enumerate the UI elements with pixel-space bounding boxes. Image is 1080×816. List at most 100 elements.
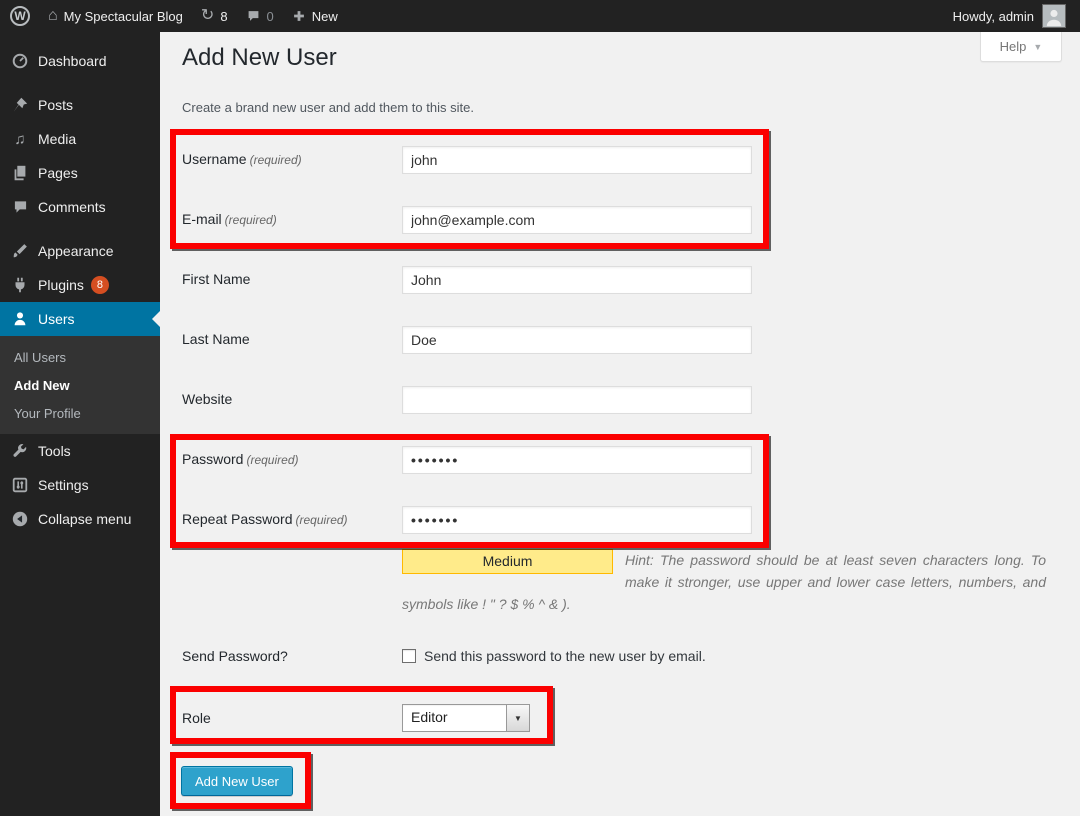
send-password-row: Send this password to the new user by em… bbox=[402, 648, 706, 664]
main-content: Help ▼ Add New User Create a brand new u… bbox=[160, 32, 1080, 816]
label-text: Password bbox=[182, 451, 243, 467]
label-text: Website bbox=[182, 391, 232, 407]
sidebar-item-label: Media bbox=[38, 131, 76, 147]
home-icon: ⌂ bbox=[48, 8, 58, 24]
last-name-label: Last Name bbox=[182, 331, 398, 347]
required-hint: (required) bbox=[250, 153, 302, 167]
sidebar-item-label: Users bbox=[38, 311, 75, 327]
wordpress-logo-icon: W bbox=[10, 6, 30, 26]
help-label: Help bbox=[1000, 39, 1027, 54]
page-title: Add New User bbox=[182, 44, 337, 72]
password-label: Password(required) bbox=[182, 451, 398, 467]
password-meta: Medium Hint: The password should be at l… bbox=[402, 549, 1046, 615]
repeat-password-label: Repeat Password(required) bbox=[182, 511, 398, 527]
sidebar-item-posts[interactable]: Posts bbox=[0, 88, 160, 122]
sidebar-item-comments[interactable]: Comments bbox=[0, 190, 160, 224]
sidebar-item-dashboard[interactable]: Dashboard bbox=[0, 44, 160, 78]
comments-link[interactable]: 0 bbox=[246, 9, 274, 24]
media-icon: ♫ bbox=[10, 129, 30, 149]
label-text: Repeat Password bbox=[182, 511, 293, 527]
plugins-plug-icon bbox=[10, 275, 30, 295]
avatar bbox=[1042, 4, 1066, 28]
role-selected-value: Editor bbox=[403, 705, 506, 731]
sidebar: Dashboard Posts ♫ Media Pages Comments A… bbox=[0, 32, 160, 816]
add-new-user-button[interactable]: Add New User bbox=[181, 766, 293, 796]
pages-icon bbox=[10, 163, 30, 183]
first-name-input[interactable] bbox=[402, 266, 752, 294]
sidebar-item-label: Posts bbox=[38, 97, 73, 113]
sidebar-item-settings[interactable]: Settings bbox=[0, 468, 160, 502]
sidebar-item-label: Tools bbox=[38, 443, 71, 459]
collapse-arrow-icon bbox=[10, 509, 30, 529]
updates-link[interactable]: ↻ 8 bbox=[201, 8, 228, 24]
last-name-input[interactable] bbox=[402, 326, 752, 354]
send-password-checkbox[interactable] bbox=[402, 649, 416, 663]
website-input[interactable] bbox=[402, 386, 752, 414]
plugins-update-badge: 8 bbox=[91, 276, 109, 294]
password-strength-meter: Medium bbox=[402, 549, 613, 574]
send-password-label: Send Password? bbox=[182, 648, 398, 664]
settings-sliders-icon bbox=[10, 475, 30, 495]
email-label: E-mail(required) bbox=[182, 211, 398, 227]
site-name: My Spectacular Blog bbox=[64, 9, 183, 24]
website-label: Website bbox=[182, 391, 398, 407]
role-select[interactable]: Editor ▼ bbox=[402, 704, 530, 732]
admin-bar: W ⌂ My Spectacular Blog ↻ 8 0 New Howdy,… bbox=[0, 0, 1080, 32]
sidebar-item-collapse-menu[interactable]: Collapse menu bbox=[0, 502, 160, 536]
users-submenu: All Users Add New Your Profile bbox=[0, 336, 160, 434]
sidebar-item-label: Plugins bbox=[38, 277, 84, 293]
label-text: Role bbox=[182, 710, 211, 726]
label-text: E-mail bbox=[182, 211, 222, 227]
required-hint: (required) bbox=[225, 213, 277, 227]
submenu-item-your-profile[interactable]: Your Profile bbox=[0, 400, 160, 428]
sidebar-item-pages[interactable]: Pages bbox=[0, 156, 160, 190]
sidebar-separator bbox=[0, 224, 160, 234]
required-hint: (required) bbox=[246, 453, 298, 467]
new-content-link[interactable]: New bbox=[292, 9, 338, 24]
appearance-brush-icon bbox=[10, 241, 30, 261]
update-count: 8 bbox=[220, 9, 227, 24]
updates-icon: ↻ bbox=[201, 8, 214, 24]
repeat-password-input[interactable] bbox=[402, 506, 752, 534]
comments-bubble-icon bbox=[246, 9, 261, 23]
sidebar-item-label: Dashboard bbox=[38, 53, 107, 69]
site-name-link[interactable]: ⌂ My Spectacular Blog bbox=[48, 8, 183, 24]
select-dropdown-arrow-icon: ▼ bbox=[506, 705, 529, 731]
sidebar-item-users[interactable]: Users bbox=[0, 302, 160, 336]
email-field[interactable] bbox=[402, 206, 752, 234]
sidebar-item-appearance[interactable]: Appearance bbox=[0, 234, 160, 268]
howdy-text: Howdy, admin bbox=[953, 9, 1034, 24]
sidebar-item-label: Comments bbox=[38, 199, 106, 215]
comments-icon bbox=[10, 197, 30, 217]
help-tab-button[interactable]: Help ▼ bbox=[980, 32, 1062, 62]
sidebar-item-tools[interactable]: Tools bbox=[0, 434, 160, 468]
required-hint: (required) bbox=[296, 513, 348, 527]
sidebar-item-label: Collapse menu bbox=[38, 511, 131, 527]
sidebar-item-plugins[interactable]: Plugins 8 bbox=[0, 268, 160, 302]
sidebar-item-label: Settings bbox=[38, 477, 89, 493]
dashboard-icon bbox=[10, 51, 30, 71]
posts-pin-icon bbox=[10, 95, 30, 115]
label-text: Send Password? bbox=[182, 648, 288, 664]
page-subtitle: Create a brand new user and add them to … bbox=[182, 100, 474, 115]
label-text: Last Name bbox=[182, 331, 250, 347]
label-text: First Name bbox=[182, 271, 250, 287]
account-menu[interactable]: Howdy, admin bbox=[953, 4, 1066, 28]
first-name-label: First Name bbox=[182, 271, 398, 287]
send-password-text: Send this password to the new user by em… bbox=[424, 648, 706, 664]
users-icon bbox=[10, 309, 30, 329]
tools-wrench-icon bbox=[10, 441, 30, 461]
sidebar-item-media[interactable]: ♫ Media bbox=[0, 122, 160, 156]
role-label: Role bbox=[182, 710, 398, 726]
label-text: Username bbox=[182, 151, 247, 167]
password-input[interactable] bbox=[402, 446, 752, 474]
comment-count: 0 bbox=[267, 9, 274, 24]
submenu-item-all-users[interactable]: All Users bbox=[0, 344, 160, 372]
wordpress-menu[interactable]: W bbox=[10, 6, 30, 26]
chevron-down-icon: ▼ bbox=[1033, 42, 1042, 52]
username-input[interactable] bbox=[402, 146, 752, 174]
sidebar-item-label: Pages bbox=[38, 165, 78, 181]
sidebar-item-label: Appearance bbox=[38, 243, 114, 259]
plus-icon bbox=[292, 9, 306, 23]
submenu-item-add-new[interactable]: Add New bbox=[0, 372, 160, 400]
